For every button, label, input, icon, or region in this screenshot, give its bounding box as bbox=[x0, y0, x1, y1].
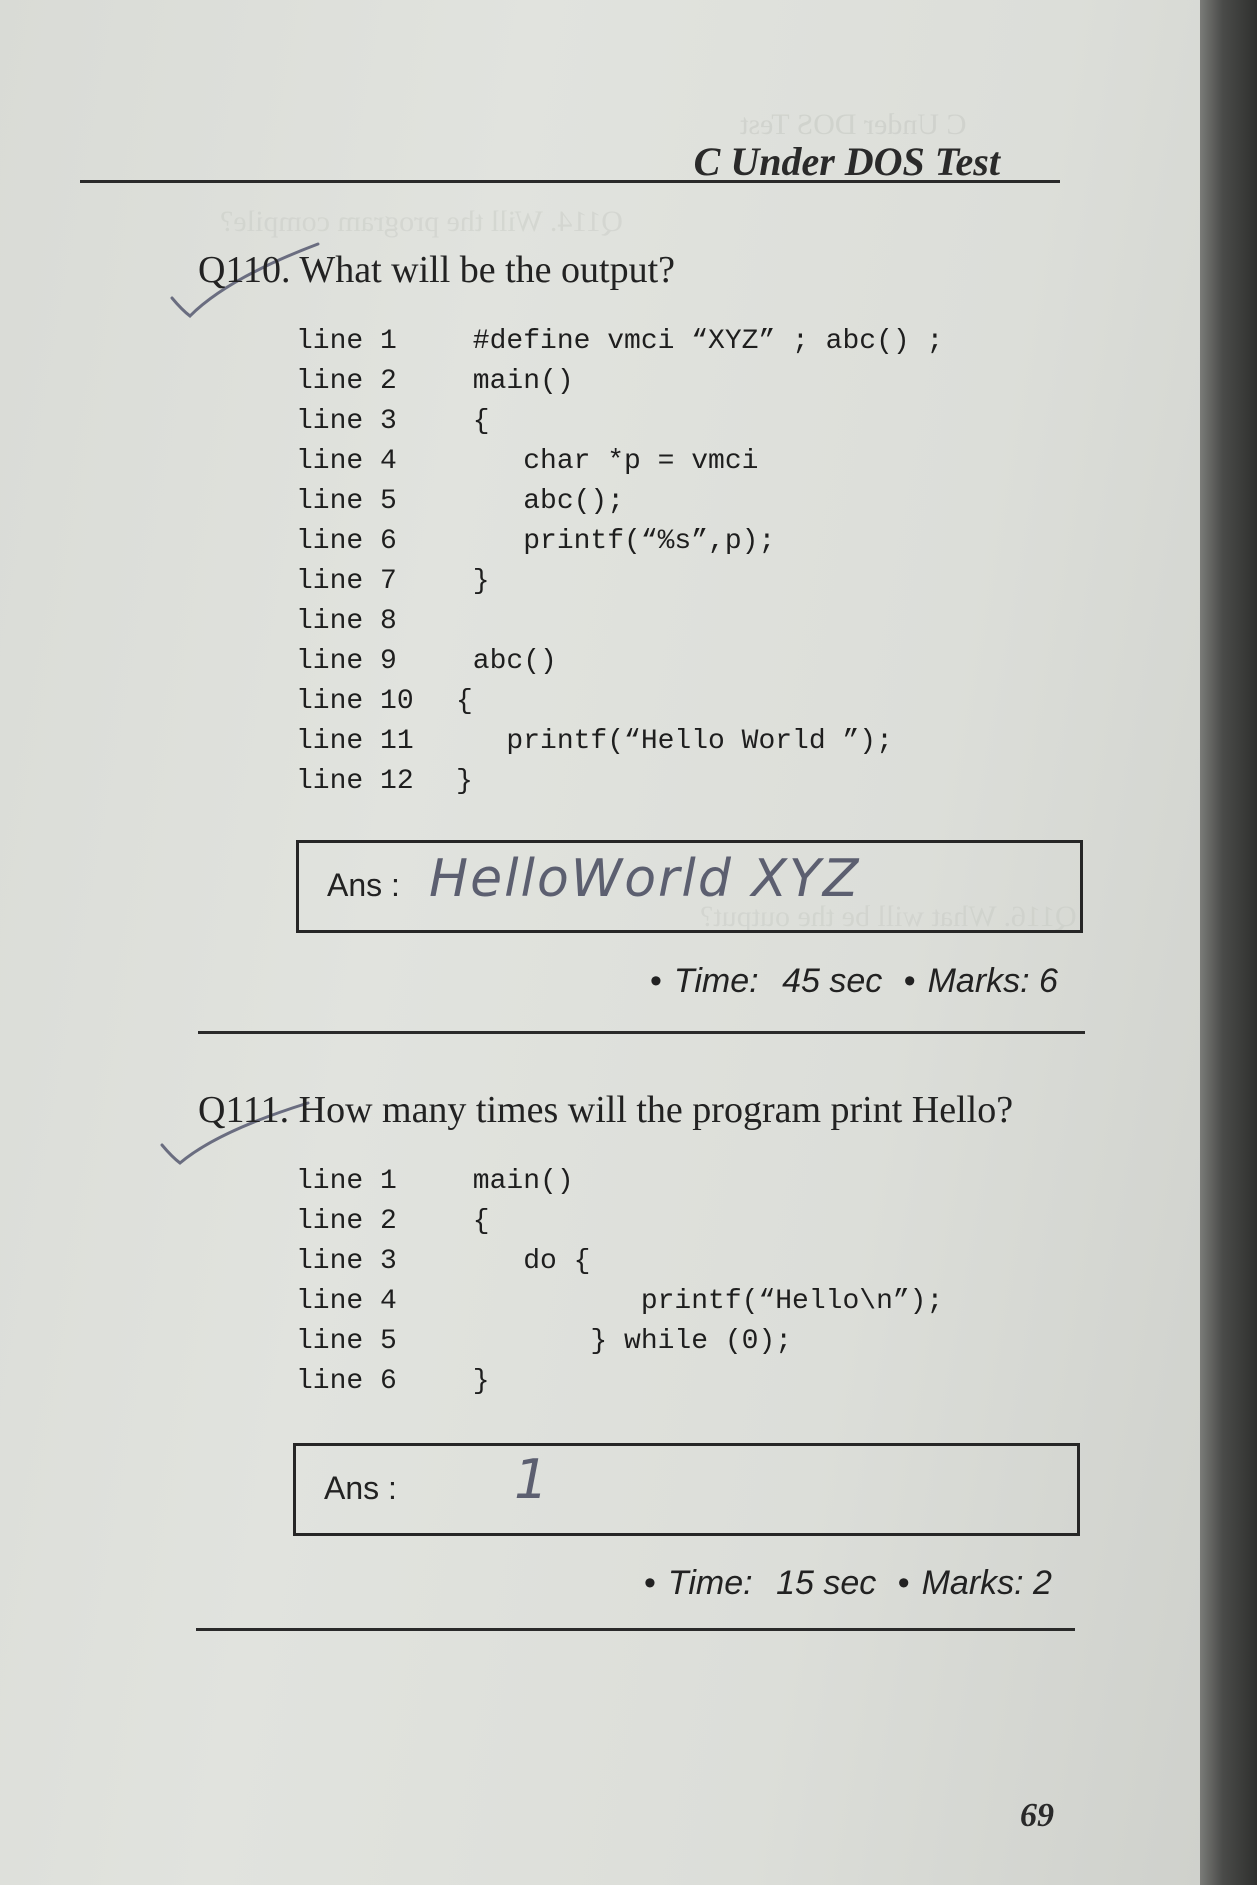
line-number: line 6 bbox=[296, 1366, 397, 1397]
line-number: line 1 bbox=[296, 1166, 397, 1197]
show-through-text: Q114. Will the program compile? bbox=[220, 205, 623, 238]
q111-ans-label: Ans : bbox=[324, 1470, 397, 1506]
code-text: { bbox=[456, 1206, 490, 1237]
q110-handwritten-answer: HelloWorld XYZ bbox=[429, 849, 861, 909]
code-line: line 5 } while (0); bbox=[296, 1322, 943, 1362]
q110-time-value: 45 sec bbox=[782, 962, 883, 1000]
code-text: do { bbox=[456, 1246, 591, 1277]
code-line: line 9 abc() bbox=[296, 642, 943, 682]
book-page: C Under DOS Test Q114. Will the program … bbox=[0, 0, 1200, 1885]
q111-code-listing: line 1 main() line 2 {line 3 do {line 4 p… bbox=[296, 1162, 943, 1402]
q110-code-listing: line 1 #define vmci “XYZ” ; abc() ; line … bbox=[296, 322, 943, 802]
code-line: line 10 { bbox=[296, 682, 943, 722]
line-number: line 5 bbox=[296, 1326, 397, 1357]
q110-question: Q110. What will be the output? bbox=[198, 249, 676, 291]
code-text: abc(); bbox=[456, 486, 625, 517]
code-line: line 12} bbox=[296, 762, 943, 802]
code-line: line 1 main() bbox=[296, 1162, 943, 1202]
show-through-text: C Under DOS Test bbox=[740, 108, 967, 141]
line-number: line 7 bbox=[296, 566, 397, 597]
code-line: line 3 { bbox=[296, 402, 943, 442]
q110-marks: Marks: 6 bbox=[927, 962, 1058, 1000]
line-number: line 8 bbox=[296, 606, 397, 637]
line-number: line 12 bbox=[296, 766, 414, 797]
code-text: } bbox=[456, 566, 490, 597]
running-head: C Under DOS Test bbox=[693, 139, 1000, 184]
q110-answer-box: Ans : HelloWorld XYZ bbox=[296, 840, 1083, 933]
q110-ans-label: Ans : bbox=[327, 867, 400, 903]
line-number: line 6 bbox=[296, 526, 397, 557]
line-number: line 2 bbox=[296, 366, 397, 397]
line-number: line 11 bbox=[296, 726, 414, 757]
line-number: line 4 bbox=[296, 1286, 397, 1317]
line-number: line 5 bbox=[296, 486, 397, 517]
code-line: line 2 main() bbox=[296, 362, 943, 402]
code-text: printf(“Hello\n”); bbox=[456, 1286, 944, 1317]
code-line: line 6 printf(“%s”,p); bbox=[296, 522, 943, 562]
q111-bottom-rule bbox=[196, 1628, 1075, 1631]
q111-answer-box: Ans : 1 bbox=[293, 1443, 1080, 1536]
code-text: main() bbox=[456, 1166, 574, 1197]
code-line: line 2 { bbox=[296, 1202, 943, 1242]
code-line: line 7 } bbox=[296, 562, 943, 602]
q111-handwritten-answer: 1 bbox=[514, 1448, 551, 1511]
line-number: line 10 bbox=[296, 686, 414, 717]
code-text: char *p = vmci bbox=[456, 446, 759, 477]
code-text: { bbox=[456, 406, 490, 437]
line-number: line 3 bbox=[296, 406, 397, 437]
q111-meta: • Time: 15 sec • Marks: 2 bbox=[644, 1564, 1052, 1602]
code-text: abc() bbox=[456, 646, 557, 677]
q110-time-label: Time: bbox=[673, 962, 759, 1000]
q110-meta: • Time: 45 sec • Marks: 6 bbox=[650, 962, 1058, 1000]
code-line: line 11 printf(“Hello World ”); bbox=[296, 722, 943, 762]
code-text: } while (0); bbox=[456, 1326, 793, 1357]
q111-question: Q111. How many times will the program pr… bbox=[198, 1089, 1014, 1131]
q111-time-value: 15 sec bbox=[776, 1564, 877, 1602]
q110-bottom-rule bbox=[198, 1031, 1085, 1034]
code-text: printf(“Hello World ”); bbox=[456, 726, 893, 757]
code-text: { bbox=[456, 686, 473, 717]
code-line: line 4 printf(“Hello\n”); bbox=[296, 1282, 943, 1322]
code-line: line 6 } bbox=[296, 1362, 943, 1402]
code-text: } bbox=[456, 766, 473, 797]
code-text: printf(“%s”,p); bbox=[456, 526, 776, 557]
code-text: main() bbox=[456, 366, 574, 397]
code-line: line 8 bbox=[296, 602, 943, 642]
q111-time-label: Time: bbox=[667, 1564, 753, 1602]
code-line: line 3 do { bbox=[296, 1242, 943, 1282]
line-number: line 4 bbox=[296, 446, 397, 477]
code-text: } bbox=[456, 1366, 490, 1397]
code-line: line 4 char *p = vmci bbox=[296, 442, 943, 482]
header-rule bbox=[80, 180, 1060, 183]
page-number: 69 bbox=[1020, 1797, 1054, 1834]
q111-marks: Marks: 2 bbox=[921, 1564, 1052, 1602]
line-number: line 2 bbox=[296, 1206, 397, 1237]
line-number: line 9 bbox=[296, 646, 397, 677]
line-number: line 3 bbox=[296, 1246, 397, 1277]
code-line: line 5 abc(); bbox=[296, 482, 943, 522]
code-text: #define vmci “XYZ” ; abc() ; bbox=[456, 326, 944, 357]
code-line: line 1 #define vmci “XYZ” ; abc() ; bbox=[296, 322, 943, 362]
line-number: line 1 bbox=[296, 326, 397, 357]
book-spine-edge bbox=[1200, 0, 1257, 1885]
